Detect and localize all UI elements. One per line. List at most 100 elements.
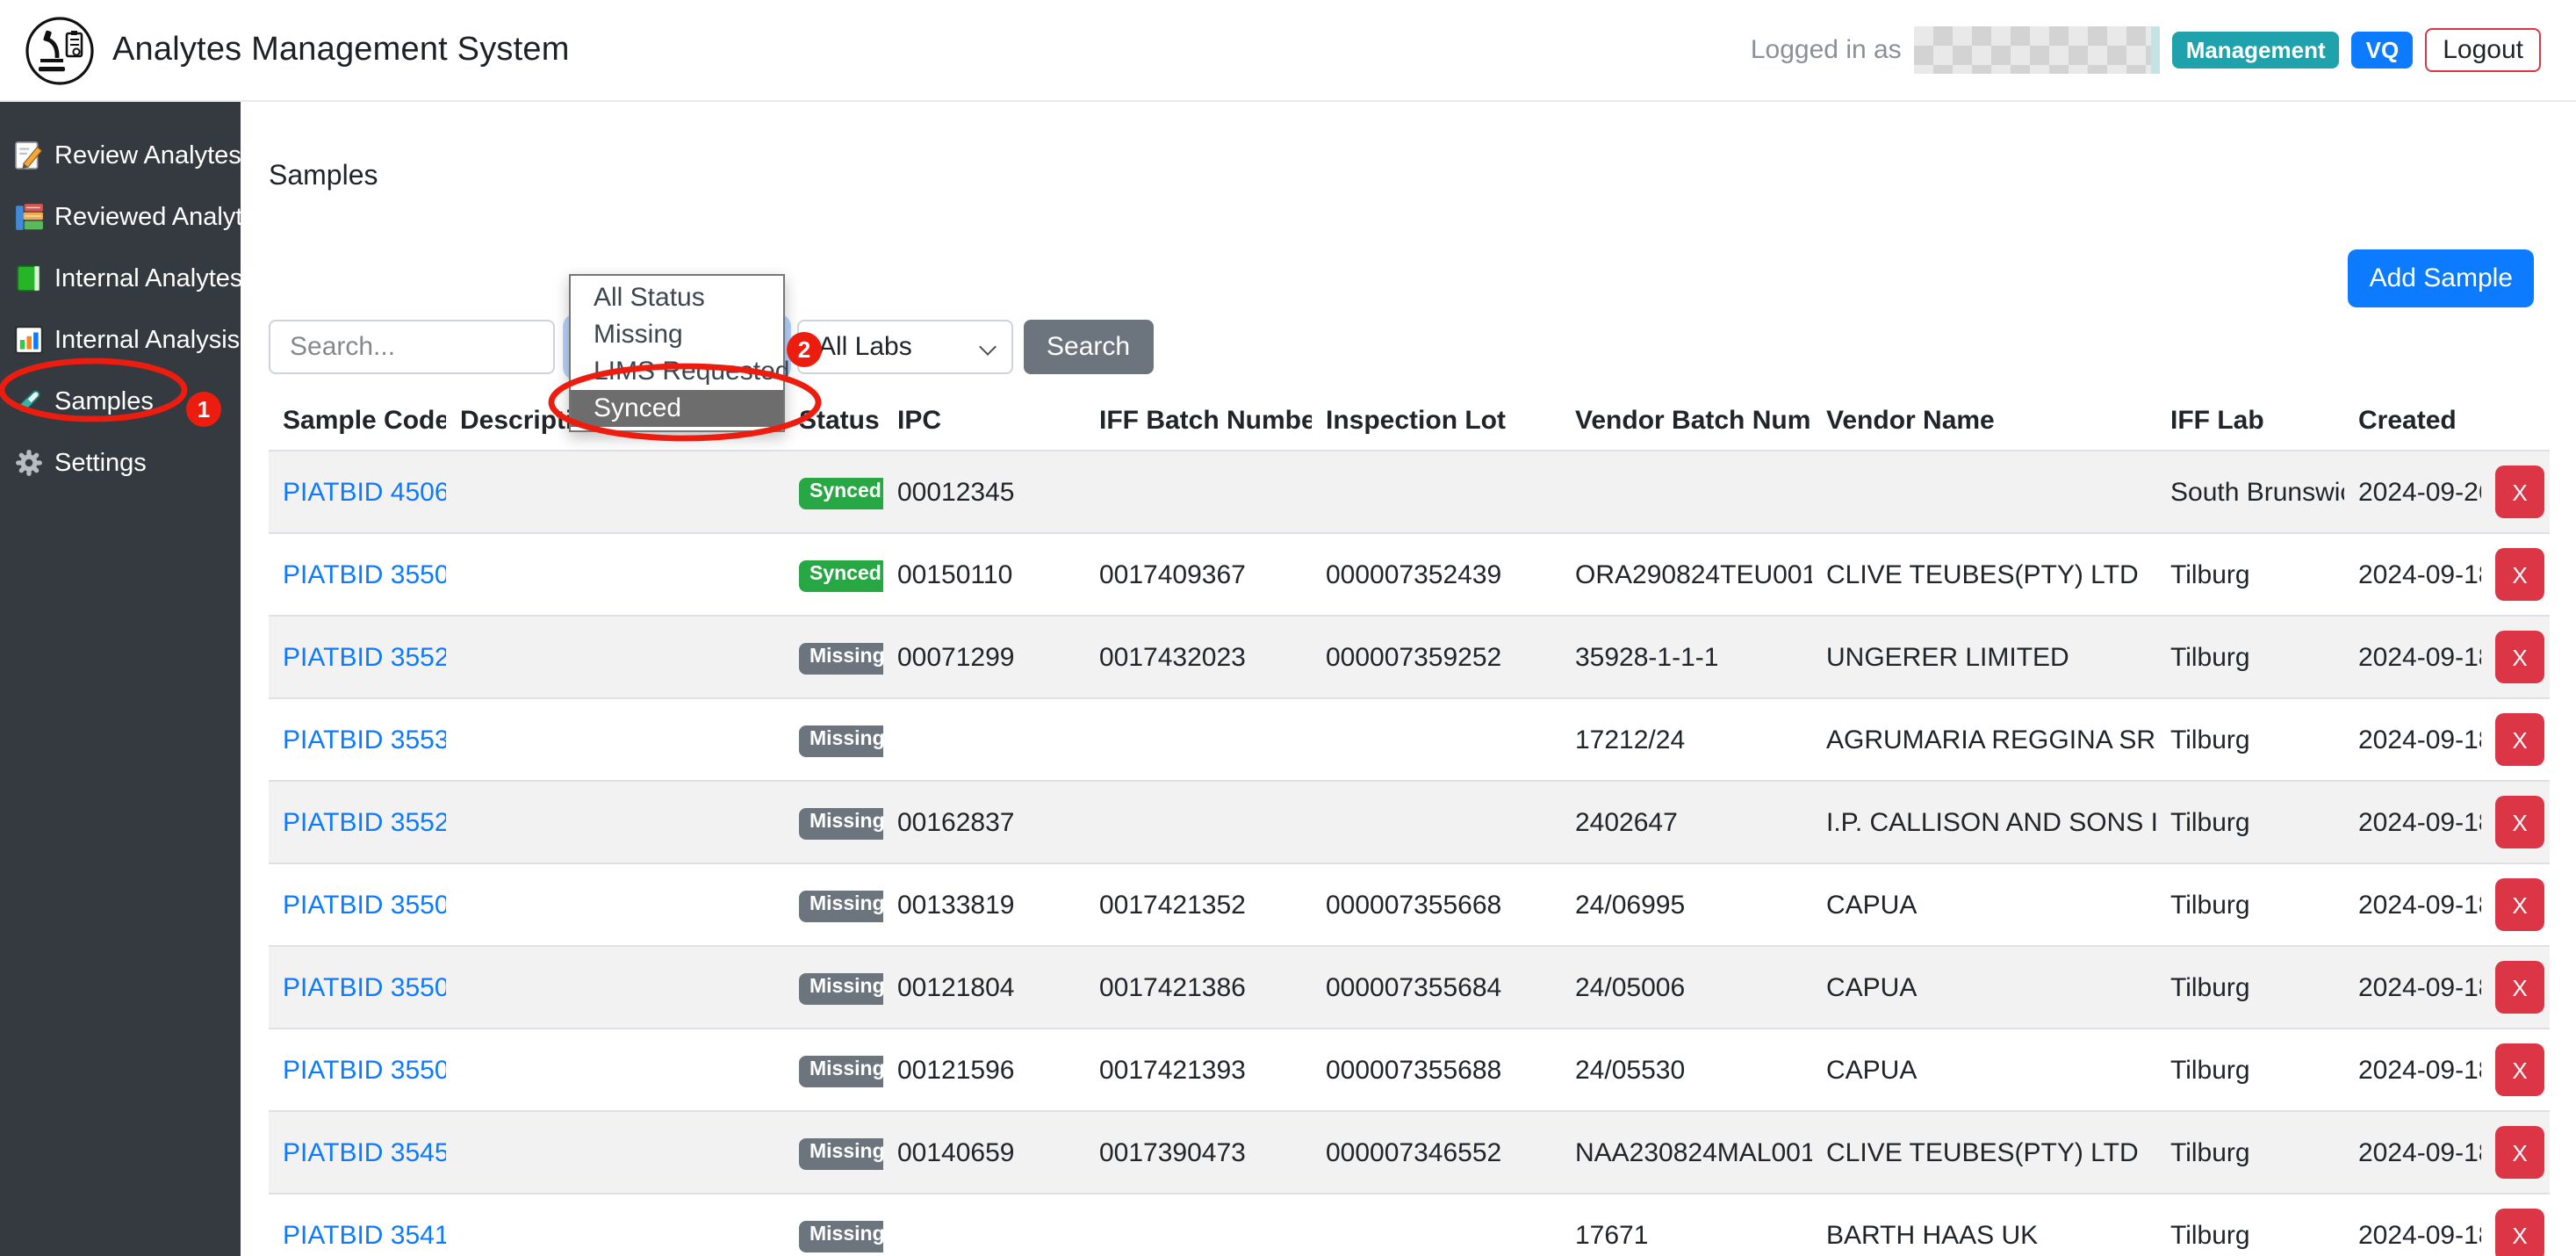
status-badge: Missing bbox=[799, 644, 883, 675]
description-cell bbox=[446, 616, 785, 698]
delete-sample-button[interactable]: X bbox=[2495, 548, 2544, 601]
status-cell: Missing bbox=[785, 1111, 883, 1194]
iff-lab-cell: South Brunswick bbox=[2156, 451, 2344, 533]
delete-sample-button[interactable]: X bbox=[2495, 1126, 2544, 1179]
sidebar-item-settings[interactable]: Settings bbox=[0, 434, 241, 492]
sample-code-link[interactable]: PIATBID 35453 bbox=[269, 1111, 446, 1194]
vendor-name-cell: CAPUA bbox=[1812, 1029, 2156, 1111]
vendor-name-cell bbox=[1812, 451, 2156, 533]
sample-code-link[interactable]: PIATBID 35525 bbox=[269, 616, 446, 698]
redacted-username bbox=[1914, 26, 2160, 74]
sidebar-item-label: Samples bbox=[54, 387, 154, 415]
sample-code-link[interactable]: PIATBID 35537 bbox=[269, 698, 446, 781]
description-cell bbox=[446, 698, 785, 781]
column-header-status: Status bbox=[785, 399, 883, 451]
inspection-lot-cell: 000007359252 bbox=[1312, 616, 1561, 698]
status-badge: Missing bbox=[799, 726, 883, 757]
logout-button[interactable]: Logout bbox=[2425, 28, 2541, 72]
vendor-batch-number-cell: 24/05006 bbox=[1561, 946, 1812, 1029]
ipc-cell: 00140659 bbox=[883, 1111, 1085, 1194]
description-cell bbox=[446, 1029, 785, 1111]
actions-cell: X bbox=[2481, 946, 2550, 1029]
sidebar-item-label: Settings bbox=[54, 449, 147, 477]
created-cell: 2024-09-18 bbox=[2344, 698, 2481, 781]
table-row: PIATBID 35528 Missing 00162837 2402647 I… bbox=[269, 781, 2550, 863]
actions-cell: X bbox=[2481, 863, 2550, 946]
bar-chart-icon bbox=[14, 325, 44, 355]
status-dropdown-menu: All Status Missing LIMS Requested Synced bbox=[569, 274, 785, 432]
status-cell: Synced bbox=[785, 533, 883, 616]
ipc-cell: 00071299 bbox=[883, 616, 1085, 698]
sidebar-item-samples[interactable]: Samples bbox=[0, 372, 241, 430]
table-row: PIATBID 35501 Synced 00150110 0017409367… bbox=[269, 533, 2550, 616]
status-badge: Missing bbox=[799, 891, 883, 922]
sample-code-link[interactable]: PIATBID 35505 bbox=[269, 946, 446, 1029]
iff-lab-cell: Tilburg bbox=[2156, 616, 2344, 698]
sidebar-item-review-analytes[interactable]: Review Analytes bbox=[0, 126, 241, 184]
status-option-lims-requested[interactable]: LIMS Requested bbox=[571, 353, 783, 390]
iff-batch-number-cell bbox=[1085, 1194, 1312, 1256]
sidebar-item-reviewed-analytes[interactable]: Reviewed Analytes bbox=[0, 188, 241, 246]
iff-batch-number-cell bbox=[1085, 781, 1312, 863]
delete-sample-button[interactable]: X bbox=[2495, 631, 2544, 683]
labs-select-value: All Labs bbox=[818, 332, 912, 362]
search-input[interactable] bbox=[269, 320, 555, 374]
delete-sample-button[interactable]: X bbox=[2495, 878, 2544, 931]
delete-sample-button[interactable]: X bbox=[2495, 1043, 2544, 1096]
management-badge: Management bbox=[2172, 32, 2340, 69]
actions-cell: X bbox=[2481, 781, 2550, 863]
sample-code-link[interactable]: PIATBID 35504 bbox=[269, 863, 446, 946]
vendor-batch-number-cell: 17212/24 bbox=[1561, 698, 1812, 781]
delete-sample-button[interactable]: X bbox=[2495, 1209, 2544, 1256]
status-cell: Missing bbox=[785, 1029, 883, 1111]
vendor-batch-number-cell: ORA290824TEU001 bbox=[1561, 533, 1812, 616]
column-header-created: Created bbox=[2344, 399, 2481, 451]
delete-sample-button[interactable]: X bbox=[2495, 796, 2544, 848]
ipc-cell: 00133819 bbox=[883, 863, 1085, 946]
sample-code-link[interactable]: PIATBID 35501 bbox=[269, 533, 446, 616]
status-badge: Synced bbox=[799, 561, 883, 592]
inspection-lot-cell bbox=[1312, 1194, 1561, 1256]
status-option-synced[interactable]: Synced bbox=[571, 390, 783, 427]
delete-sample-button[interactable]: X bbox=[2495, 713, 2544, 766]
table-row: PIATBID 35525 Missing 00071299 001743202… bbox=[269, 616, 2550, 698]
inspection-lot-cell: 000007346552 bbox=[1312, 1111, 1561, 1194]
column-header-ipc: IPC bbox=[883, 399, 1085, 451]
delete-sample-button[interactable]: X bbox=[2495, 466, 2544, 518]
sample-code-link[interactable]: PIATBID 35503 bbox=[269, 1029, 446, 1111]
column-header-vendor-name: Vendor Name bbox=[1812, 399, 2156, 451]
vendor-batch-number-cell bbox=[1561, 451, 1812, 533]
status-option-missing[interactable]: Missing bbox=[571, 316, 783, 353]
iff-lab-cell: Tilburg bbox=[2156, 1194, 2344, 1256]
created-cell: 2024-09-18 bbox=[2344, 863, 2481, 946]
iff-batch-number-cell bbox=[1085, 451, 1312, 533]
actions-cell: X bbox=[2481, 616, 2550, 698]
column-header-sample-code: Sample Code bbox=[269, 399, 446, 451]
vendor-name-cell: CLIVE TEUBES(PTY) LTD bbox=[1812, 533, 2156, 616]
sidebar-item-internal-analytes[interactable]: Internal Analytes bbox=[0, 249, 241, 307]
iff-batch-number-cell: 0017421393 bbox=[1085, 1029, 1312, 1111]
sample-code-link[interactable]: PIATBID 35412 bbox=[269, 1194, 446, 1256]
iff-lab-cell: Tilburg bbox=[2156, 946, 2344, 1029]
add-sample-button[interactable]: Add Sample bbox=[2349, 249, 2534, 307]
vendor-batch-number-cell: 24/06995 bbox=[1561, 863, 1812, 946]
status-badge: Missing bbox=[799, 1139, 883, 1170]
description-cell bbox=[446, 533, 785, 616]
created-cell: 2024-09-18 bbox=[2344, 1029, 2481, 1111]
description-cell bbox=[446, 451, 785, 533]
column-header-vendor-batch-number: Vendor Batch Number bbox=[1561, 399, 1812, 451]
search-button[interactable]: Search bbox=[1024, 320, 1153, 374]
status-cell: Synced bbox=[785, 451, 883, 533]
delete-sample-button[interactable]: X bbox=[2495, 961, 2544, 1014]
actions-cell: X bbox=[2481, 1194, 2550, 1256]
sample-code-link[interactable]: PIATBID 35528 bbox=[269, 781, 446, 863]
actions-cell: X bbox=[2481, 698, 2550, 781]
sidebar-item-internal-analysis[interactable]: Internal Analysis bbox=[0, 311, 241, 369]
description-cell bbox=[446, 1194, 785, 1256]
status-option-all-status[interactable]: All Status bbox=[571, 279, 783, 316]
page-title: Samples bbox=[269, 162, 378, 193]
labs-select[interactable]: All Labs bbox=[797, 320, 1013, 374]
sample-code-link[interactable]: PIATBID 4506 bbox=[269, 451, 446, 533]
status-cell: Missing bbox=[785, 946, 883, 1029]
vendor-batch-number-cell: 35928-1-1-1 bbox=[1561, 616, 1812, 698]
